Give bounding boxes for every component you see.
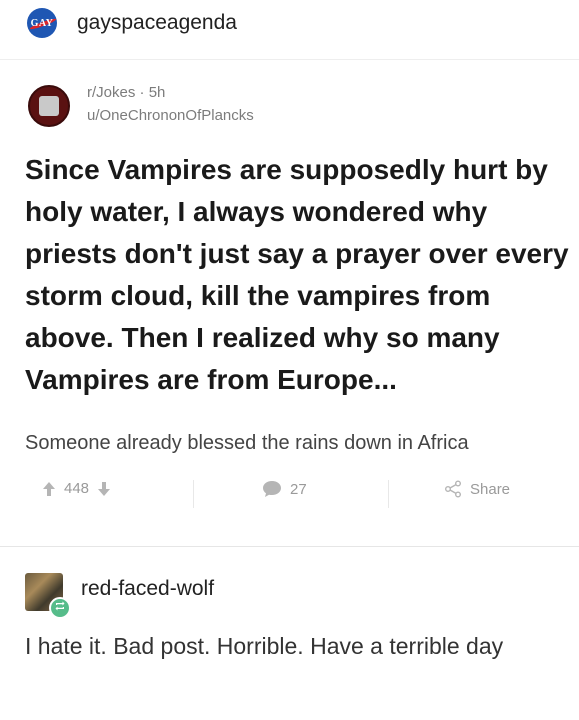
divider bbox=[0, 546, 579, 547]
meta-separator: · bbox=[139, 84, 145, 101]
post-header: GAY gayspaceagenda bbox=[0, 0, 579, 52]
action-separator bbox=[388, 480, 389, 508]
share-icon bbox=[444, 480, 462, 498]
upvote-icon[interactable] bbox=[42, 481, 56, 497]
post-body: Someone already blessed the rains down i… bbox=[25, 432, 469, 454]
subreddit-name[interactable]: r/Jokes bbox=[87, 84, 135, 101]
comment-count: 27 bbox=[290, 480, 307, 498]
post-meta: r/Jokes · 5h bbox=[87, 84, 165, 101]
comments-button[interactable]: 27 bbox=[262, 480, 307, 498]
reblog-icon bbox=[54, 599, 66, 617]
action-separator bbox=[193, 480, 194, 508]
vote-group: 448 bbox=[42, 480, 111, 497]
post-author[interactable]: u/OneChrononOfPlancks bbox=[87, 107, 254, 124]
share-button[interactable]: Share bbox=[444, 480, 510, 498]
post-actions: 448 27 Share bbox=[0, 480, 579, 510]
logo-text: GAY bbox=[30, 17, 54, 29]
subreddit-icon bbox=[39, 96, 59, 116]
reblogger-name[interactable]: red-faced-wolf bbox=[81, 577, 214, 601]
share-label: Share bbox=[470, 480, 511, 498]
reddit-post-card: r/Jokes · 5h u/OneChrononOfPlancks Since… bbox=[0, 60, 579, 545]
post-age: 5h bbox=[148, 84, 166, 101]
post-title: Since Vampires are supposedly hurt by ho… bbox=[25, 154, 569, 395]
reblog-badge bbox=[49, 597, 71, 619]
reblog-comment: I hate it. Bad post. Horrible. Have a te… bbox=[25, 633, 504, 659]
vote-score: 448 bbox=[64, 480, 90, 497]
comment-icon bbox=[262, 480, 282, 498]
blog-name[interactable]: gayspaceagenda bbox=[77, 11, 237, 35]
downvote-icon[interactable] bbox=[97, 481, 111, 497]
subreddit-avatar[interactable] bbox=[28, 85, 70, 127]
blog-avatar[interactable]: GAY bbox=[27, 8, 57, 38]
